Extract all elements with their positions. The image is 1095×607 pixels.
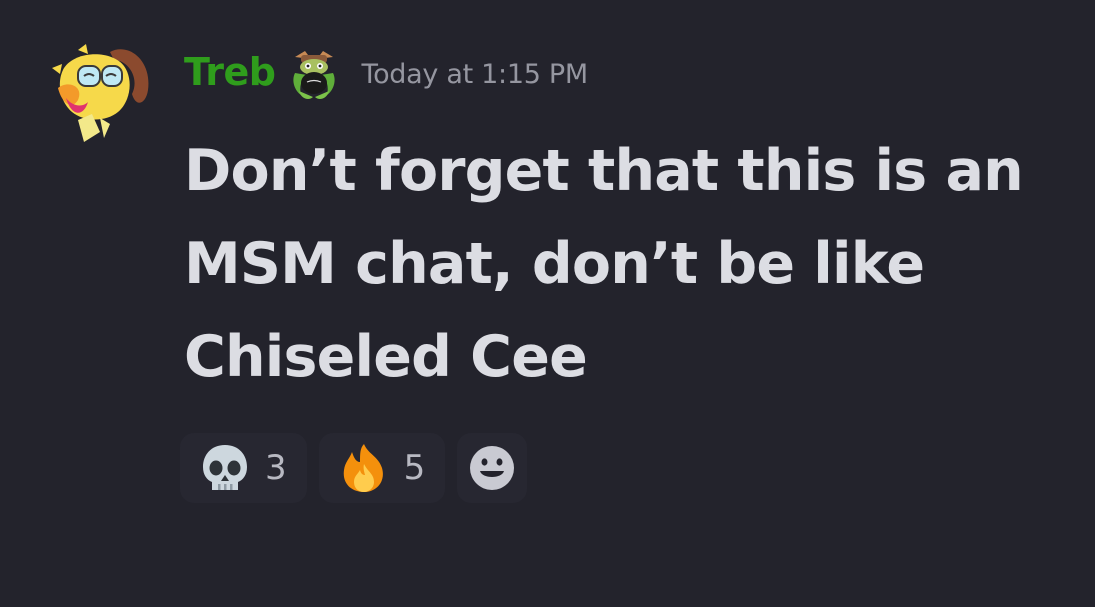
reactions-bar: 3 5 (180, 433, 528, 503)
skull-icon (199, 442, 251, 494)
reaction-fire[interactable]: 5 (318, 433, 446, 503)
message-header: Treb Today at 1:15 PM (184, 44, 588, 100)
message-line: Chiseled Cee (184, 324, 588, 390)
username[interactable]: Treb (184, 53, 276, 91)
avatar-icon (52, 44, 149, 142)
chat-message: Treb Today at 1:15 PM Don’t forget that … (0, 0, 1095, 607)
fire-icon (338, 442, 390, 494)
message-line: Don’t forget that this is an (184, 138, 1024, 204)
message-timestamp[interactable]: Today at 1:15 PM (361, 59, 588, 90)
reaction-count: 5 (403, 448, 426, 488)
add-reaction-smiley-icon (470, 446, 515, 490)
add-reaction-button[interactable] (457, 433, 528, 503)
reaction-skull[interactable]: 3 (180, 433, 307, 503)
monster-role-icon[interactable] (289, 47, 339, 101)
message-content: Don’t forget that this is an MSM chat, d… (184, 125, 1064, 404)
message-line: MSM chat, don’t be like (184, 231, 925, 297)
user-avatar[interactable] (48, 42, 158, 147)
reaction-count: 3 (265, 448, 287, 488)
